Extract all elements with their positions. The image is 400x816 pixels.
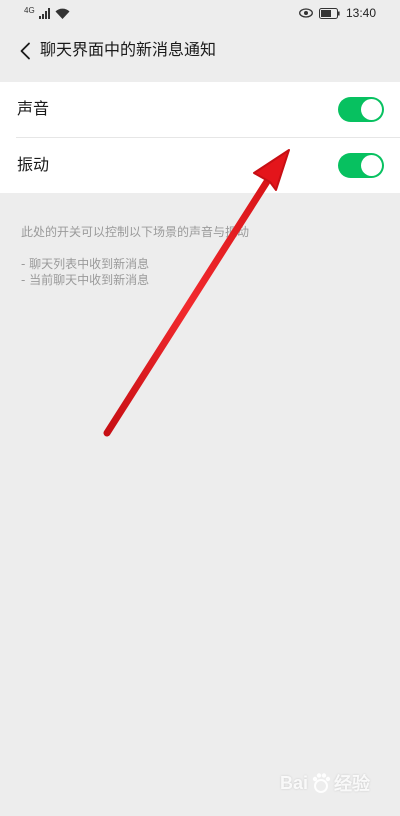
- page-title: 聊天界面中的新消息通知: [40, 40, 217, 59]
- toggle-knob: [361, 155, 382, 176]
- paw-logo-icon: [312, 773, 331, 793]
- hint-text: 此处的开关可以控制以下场景的声音与振动: [21, 225, 250, 239]
- nav-bar: 聊天界面中的新消息通知: [0, 26, 400, 76]
- watermark-suffix: 经验: [334, 774, 370, 794]
- vibrate-setting-row[interactable]: 振动: [0, 138, 400, 193]
- vibrate-label: 振动: [17, 155, 50, 174]
- chevron-left-icon: [20, 42, 30, 60]
- sound-setting-row[interactable]: 声音: [0, 82, 400, 137]
- status-time: 13:40: [345, 6, 376, 20]
- battery-icon: [318, 7, 340, 19]
- baidu-watermark: Bai 经验: [280, 770, 370, 796]
- settings-list: 声音 振动: [0, 82, 400, 193]
- eye-comfort-icon: [299, 8, 313, 18]
- back-button[interactable]: [8, 34, 42, 68]
- arrow-shaft: [103, 176, 272, 437]
- hint-item: - 当前聊天中收到新消息: [21, 273, 150, 287]
- toggle-knob: [361, 99, 382, 120]
- watermark-brand: Bai: [279, 772, 308, 793]
- status-left: 4G: [24, 6, 70, 20]
- hint-item: - 聊天列表中收到新消息: [21, 257, 150, 271]
- hint-list: - 聊天列表中收到新消息 - 当前聊天中收到新消息: [21, 256, 149, 288]
- sound-toggle[interactable]: [338, 97, 384, 122]
- status-bar: 4G 13:40: [0, 0, 400, 26]
- vibrate-toggle[interactable]: [338, 153, 384, 178]
- wifi-icon: [55, 8, 70, 19]
- signal-icon: [38, 7, 50, 19]
- network-type-label: 4G: [24, 5, 35, 15]
- sound-label: 声音: [17, 99, 50, 118]
- status-right: 13:40: [299, 5, 376, 21]
